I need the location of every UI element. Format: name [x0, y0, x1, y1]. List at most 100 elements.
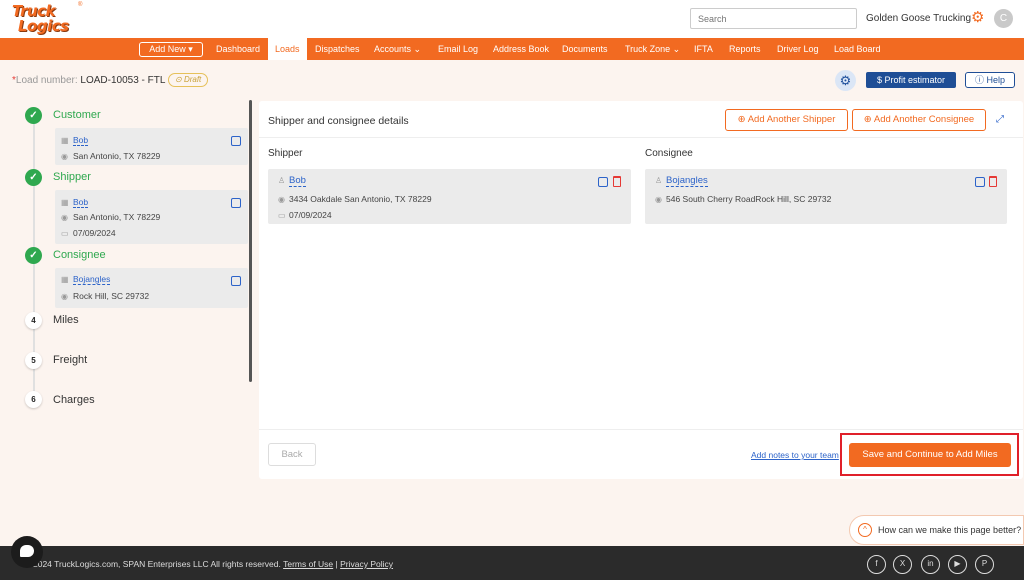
step-shipper[interactable]: Shipper	[53, 171, 91, 183]
load-number-value: LOAD-10053 - FTL	[80, 75, 166, 86]
shipper-heading: Shipper	[268, 148, 303, 159]
location-icon: ◉	[655, 195, 662, 204]
divider	[259, 137, 1023, 138]
youtube-icon[interactable]: ▶	[948, 555, 967, 574]
divider	[259, 429, 1023, 430]
nav-driver-log[interactable]: Driver Log	[777, 38, 819, 60]
back-button[interactable]: Back	[268, 443, 316, 466]
trash-icon[interactable]	[613, 176, 621, 187]
person-icon: ♙	[278, 176, 286, 185]
search-input[interactable]	[690, 8, 857, 29]
trash-icon[interactable]	[989, 176, 997, 187]
help-label: Help	[986, 75, 1006, 85]
shipper-name-link[interactable]: Bob	[73, 197, 89, 208]
nav-reports[interactable]: Reports	[729, 38, 761, 60]
facebook-icon[interactable]: f	[867, 555, 886, 574]
consignee-detail-card: ♙ Bojangles ◉ 546 South Cherry RoadRock Hi…	[645, 169, 1007, 224]
step-charges[interactable]: Charges	[53, 394, 95, 406]
step-miles[interactable]: Miles	[53, 314, 79, 326]
step-freight[interactable]: Freight	[53, 354, 87, 366]
nav-loads[interactable]: Loads	[268, 38, 307, 60]
edit-icon[interactable]	[975, 177, 985, 187]
building-icon: ▦	[61, 136, 69, 145]
chat-bubble-icon	[20, 545, 34, 557]
copyright-text: 2024 TruckLogics.com, SPAN Enterprises L…	[33, 559, 281, 569]
nav-load-board[interactable]: Load Board	[834, 38, 881, 60]
edit-icon[interactable]	[231, 276, 241, 286]
step-customer[interactable]: Customer	[53, 109, 101, 121]
plus-circle-icon: ⊕	[863, 114, 872, 125]
calendar-icon: ▭	[278, 211, 286, 220]
shipper-full-address: 3434 Oakdale San Antonio, TX 78229	[289, 194, 432, 204]
add-notes-link[interactable]: Add notes to your team	[751, 450, 840, 460]
help-button[interactable]: ⓘ Help	[965, 72, 1015, 88]
load-number: *Load number: LOAD-10053 - FTL	[12, 75, 166, 86]
gear-icon[interactable]: ⚙	[971, 10, 985, 25]
nav-documents[interactable]: Documents	[562, 38, 608, 60]
add-consignee-label: Add Another Consignee	[873, 114, 975, 125]
shipper-detail-card: ♙ Bob ◉ 3434 Oakdale San Antonio, TX 78229…	[268, 169, 631, 224]
company-name[interactable]: Golden Goose Trucking	[866, 13, 971, 24]
feedback-widget[interactable]: ^ How can we make this page better?	[849, 515, 1024, 545]
settings-icon[interactable]: ⚙	[835, 70, 856, 91]
shipper-date: 07/09/2024	[73, 228, 116, 238]
shipper-address: San Antonio, TX 78229	[73, 212, 161, 222]
save-and-continue-button[interactable]: Save and Continue to Add Miles	[849, 443, 1011, 467]
nav-dispatches[interactable]: Dispatches	[315, 38, 360, 60]
expand-icon[interactable]: ⤢	[996, 114, 1004, 125]
location-icon: ◉	[61, 213, 68, 222]
profit-estimator-button[interactable]: $ Profit estimator	[866, 72, 956, 88]
trucklogics-logo[interactable]: Truck Logics ®	[12, 2, 84, 36]
edit-icon[interactable]	[598, 177, 608, 187]
status-badge-label: Draft	[183, 75, 202, 84]
consignee-full-address: 546 South Cherry RoadRock Hill, SC 29732	[666, 194, 832, 204]
shipper-name-link[interactable]: Bob	[289, 175, 306, 187]
load-number-label: Load number:	[15, 75, 81, 86]
consignee-heading: Consignee	[645, 148, 693, 159]
customer-name-link[interactable]: Bob	[73, 135, 89, 146]
nav-address-book[interactable]: Address Book	[493, 38, 549, 60]
building-icon: ▦	[61, 275, 69, 284]
shipper-consignee-panel: Shipper and consignee details ⊕ Add Anot…	[259, 101, 1023, 479]
step-consignee[interactable]: Consignee	[53, 249, 106, 261]
add-new-button[interactable]: Add New ▾	[139, 42, 203, 57]
person-icon: ♙	[655, 176, 663, 185]
nav-email-log[interactable]: Email Log	[438, 38, 478, 60]
terms-link[interactable]: Terms of Use	[283, 559, 333, 569]
check-icon: ✓	[25, 107, 42, 124]
customer-card: ▦ Bob ◉ San Antonio, TX 78229	[55, 128, 248, 165]
nav-truck-zone[interactable]: Truck Zone ⌄	[625, 38, 680, 60]
nav-dashboard[interactable]: Dashboard	[216, 38, 260, 60]
step-number: 5	[25, 352, 42, 369]
location-icon: ◉	[61, 292, 68, 301]
nav-accounts[interactable]: Accounts ⌄	[374, 38, 421, 60]
feedback-text: How can we make this page better?	[878, 525, 1022, 535]
avatar[interactable]: C	[994, 9, 1013, 28]
add-another-consignee-button[interactable]: ⊕ Add Another Consignee	[852, 109, 986, 131]
linkedin-icon[interactable]: in	[921, 555, 940, 574]
pinterest-icon[interactable]: P	[975, 555, 994, 574]
add-another-shipper-button[interactable]: ⊕ Add Another Shipper	[725, 109, 848, 131]
help-icon: ⓘ	[974, 75, 984, 85]
chat-launcher-icon[interactable]	[11, 536, 43, 568]
x-twitter-icon[interactable]: X	[893, 555, 912, 574]
consignee-name-link[interactable]: Bojangles	[666, 175, 708, 187]
consignee-name-link[interactable]: Bojangles	[73, 274, 111, 285]
edit-icon[interactable]	[231, 198, 241, 208]
edit-icon[interactable]	[231, 136, 241, 146]
logo-text-bottom: Logics	[18, 17, 69, 35]
step-number: 4	[25, 312, 42, 329]
location-icon: ◉	[61, 152, 68, 161]
chevron-up-icon: ^	[858, 523, 872, 537]
stepper-scrollbar[interactable]	[249, 100, 252, 382]
privacy-link[interactable]: Privacy Policy	[340, 559, 393, 569]
calendar-icon: ▭	[61, 229, 69, 238]
status-badge: ⊙ Draft	[168, 73, 209, 87]
panel-title: Shipper and consignee details	[268, 115, 409, 127]
nav-ifta[interactable]: IFTA	[694, 38, 713, 60]
footer: 2024 TruckLogics.com, SPAN Enterprises L…	[0, 546, 1024, 580]
step-number: 6	[25, 391, 42, 408]
customer-address: San Antonio, TX 78229	[73, 151, 161, 161]
registered-mark: ®	[78, 2, 83, 8]
shipper-card: ▦ Bob ◉ San Antonio, TX 78229 ▭ 07/09/2024	[55, 190, 248, 244]
